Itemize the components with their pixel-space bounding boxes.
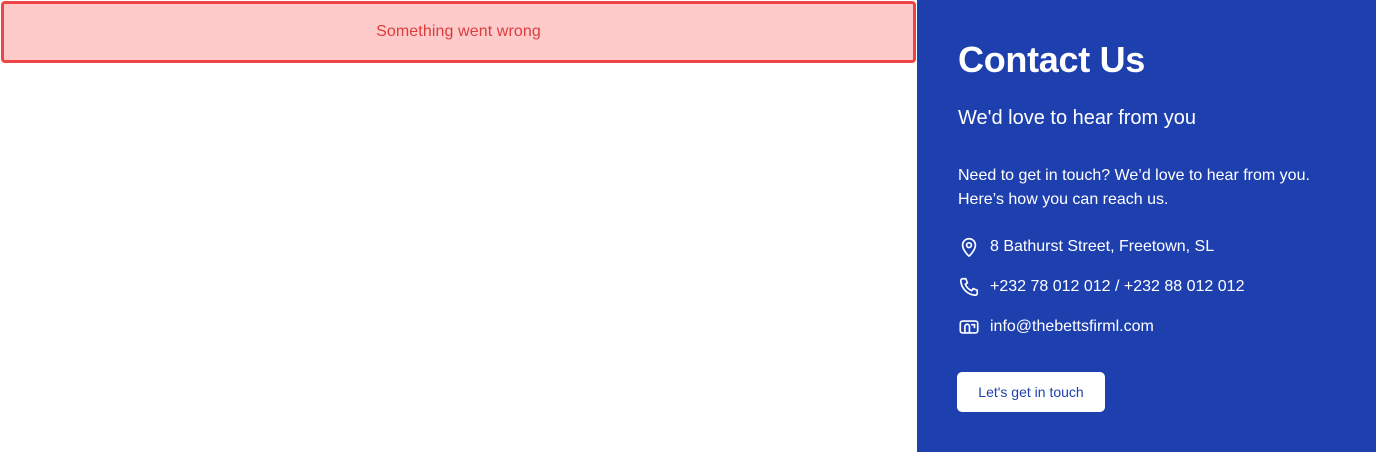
phone-row: +232 78 012 012 / +232 88 012 012 [958, 276, 1244, 298]
address-row: 8 Bathurst Street, Freetown, SL [958, 236, 1214, 258]
phone-icon [958, 276, 980, 298]
error-banner: Something went wrong [1, 1, 916, 63]
phone-text: +232 78 012 012 / +232 88 012 012 [990, 278, 1245, 295]
address-text: 8 Bathurst Street, Freetown, SL [990, 238, 1215, 255]
email-text: info@thebettsfirml.com [990, 318, 1154, 335]
get-in-touch-button[interactable]: Let's get in touch [957, 372, 1105, 412]
contact-subtitle: We'd love to hear from you [958, 107, 1197, 129]
contact-panel: Contact Us We'd love to hear from you Ne… [917, 0, 1376, 452]
email-row: info@thebettsfirml.com [958, 316, 1154, 338]
main-content: Something went wrong [0, 0, 917, 452]
mailbox-icon [958, 316, 980, 338]
contact-description: Need to get in touch? We’d love to hear … [958, 167, 1310, 208]
contact-title: Contact Us [958, 39, 1146, 80]
page: Something went wrong Contact Us We'd lov… [0, 0, 1376, 452]
map-pin-icon [958, 236, 980, 258]
error-message: Something went wrong [376, 23, 541, 40]
